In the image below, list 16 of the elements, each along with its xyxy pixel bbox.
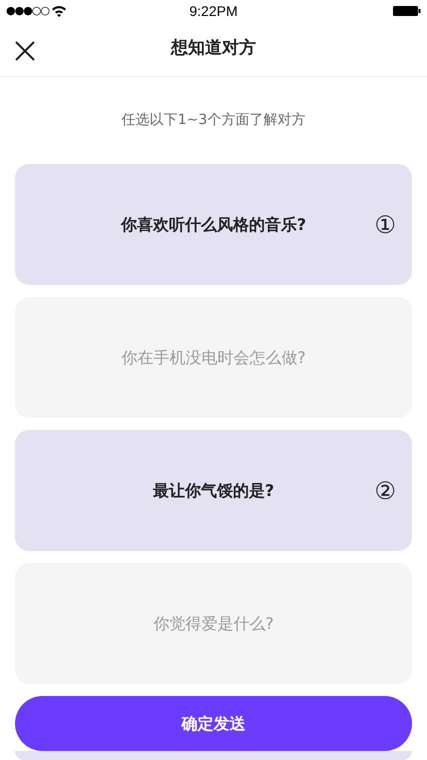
question-card[interactable]: 最让你气馁的是? ②	[15, 430, 412, 551]
battery-icon	[393, 5, 421, 17]
order-number: ①	[374, 212, 396, 236]
question-text: 你喜欢听什么风格的音乐?	[120, 214, 306, 236]
wifi-icon	[51, 5, 67, 17]
question-card[interactable]: 你喜欢听什么风格的音乐? ①	[15, 164, 412, 285]
page-title: 想知道对方	[171, 37, 256, 60]
question-text: 你在手机没电时会怎么做?	[121, 346, 306, 368]
question-text: 最让你气馁的是?	[152, 480, 274, 502]
status-time: 9:22PM	[189, 2, 238, 20]
instruction-text: 任选以下1~3个方面了解对方	[122, 111, 306, 130]
order-number: ②	[374, 478, 396, 502]
question-text: 你觉得爱是什么?	[153, 612, 274, 634]
confirm-button[interactable]: 确定发送	[15, 696, 412, 751]
signal-indicator: ●●●○○	[6, 2, 49, 19]
close-button[interactable]	[14, 40, 36, 62]
